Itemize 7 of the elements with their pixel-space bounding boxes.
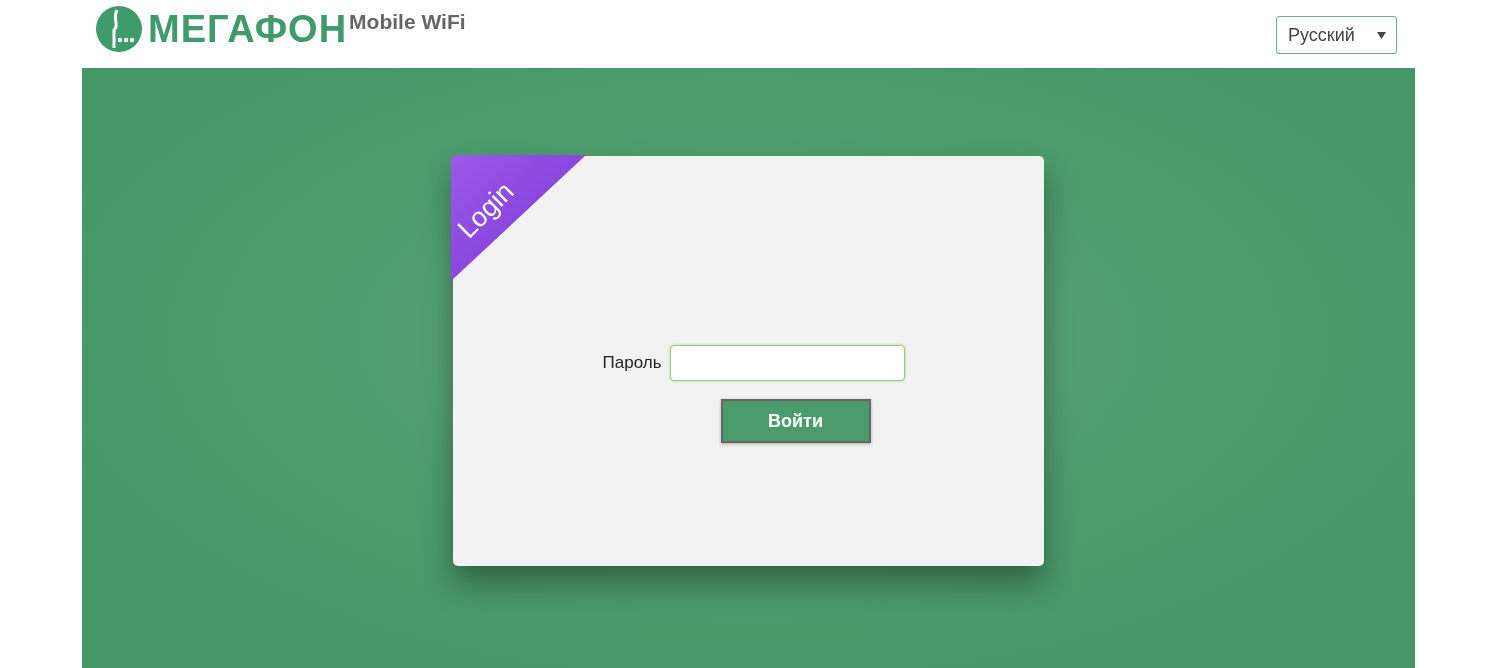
caret-icon [1377,31,1386,39]
logo-icon [96,6,142,52]
language-select[interactable]: Русский [1276,16,1397,54]
password-field[interactable] [669,345,905,381]
product-name: Mobile WiFi [349,10,466,34]
logo-wordmark: МЕГАФОН [148,7,348,51]
password-label: Пароль [602,353,662,373]
